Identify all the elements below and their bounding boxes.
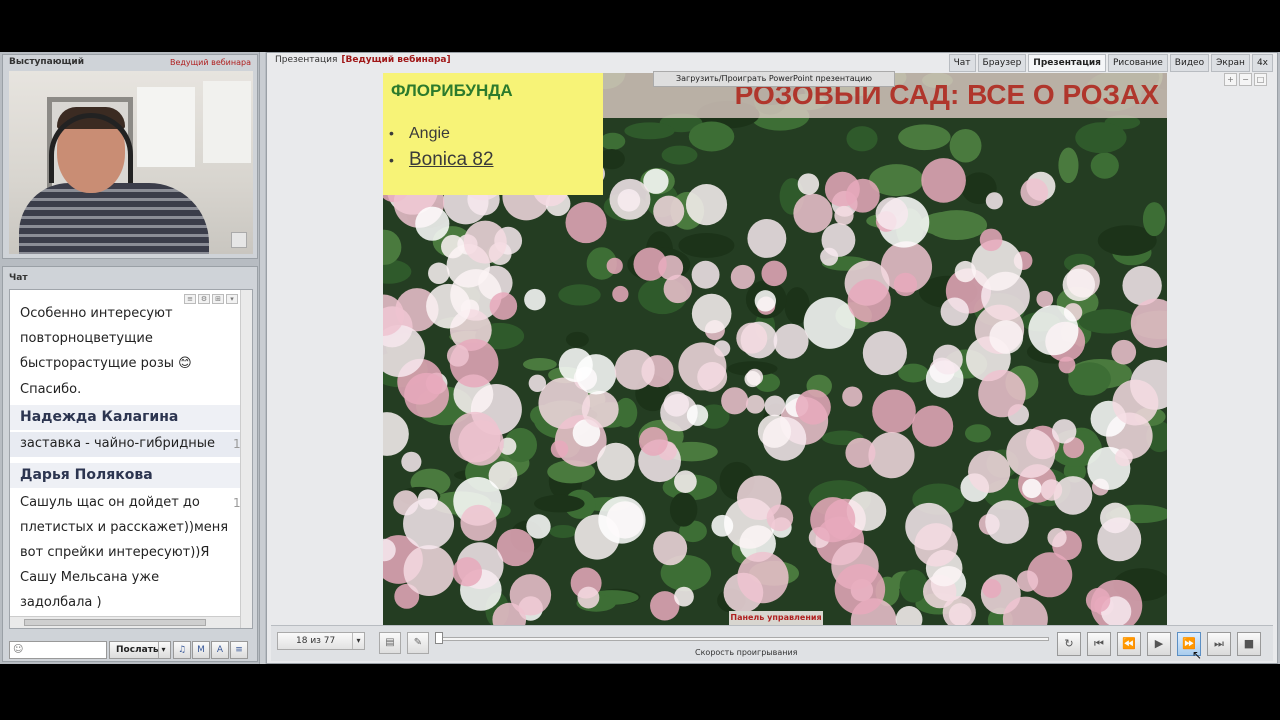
chat-message-line: Особенно интересуют xyxy=(20,306,173,321)
pen-icon[interactable]: ✎ xyxy=(407,632,429,654)
webinar-app: Выступающий Ведущий вебинара Чат ≡ ⚙ ⊞ ▾… xyxy=(0,52,1280,664)
chat-message-line: заставка - чайно-гибридные xyxy=(20,436,215,451)
mouse-cursor-icon: ↖ xyxy=(1192,648,1203,662)
playback-control-bar: 18 из 77 ▾ ▤ ✎ Скорость проигрывания ↻ ⏮… xyxy=(271,625,1273,662)
webcam-background-paper xyxy=(137,87,195,167)
presentation-panel-title: Презентация [Ведущий вебинара] xyxy=(275,55,451,65)
upload-powerpoint-button[interactable]: Загрузить/Проиграть PowerPoint презентац… xyxy=(653,71,895,87)
chat-author-name: Дарья Полякова xyxy=(10,463,240,488)
webcam-presenter-body xyxy=(19,183,209,254)
playback-speed-slider-thumb[interactable] xyxy=(435,632,443,644)
chat-panel-title: Чат xyxy=(9,273,28,283)
chat-panel: Чат ≡ ⚙ ⊞ ▾ Особенно интересуют повторно… xyxy=(2,266,258,662)
presenter-panel: Выступающий Ведущий вебинара xyxy=(2,54,258,259)
presentation-slide: РОЗОВЫЙ САД: ВСЕ О РОЗАХ ФЛОРИБУНДА • Ang… xyxy=(383,73,1167,625)
chat-message-line: задолбала ) xyxy=(20,595,102,610)
fit-icon[interactable]: □ xyxy=(1254,73,1267,86)
chat-message-line: Сашу Мельсана уже xyxy=(20,570,160,585)
chat-tool-button[interactable]: ≡ xyxy=(184,294,196,304)
webcam-settings-button[interactable] xyxy=(231,232,247,248)
panel-splitter[interactable] xyxy=(259,52,265,664)
chat-message-input[interactable] xyxy=(9,641,107,659)
bullet-icon: • xyxy=(389,125,394,141)
chevron-down-icon[interactable]: ▾ xyxy=(352,633,364,649)
refresh-icon[interactable]: ↻ xyxy=(1057,632,1081,656)
font-button[interactable]: A xyxy=(211,641,229,659)
zoom-out-icon[interactable]: − xyxy=(1239,73,1252,86)
webcam-background-paper xyxy=(203,81,251,163)
chevron-down-icon[interactable]: ▾ xyxy=(158,642,168,658)
rose-class-heading: ФЛОРИБУНДА xyxy=(391,81,513,100)
smile-icon[interactable]: ☺ xyxy=(13,644,23,655)
chat-message-line: повторноцветущие xyxy=(20,331,153,346)
zoom-in-icon[interactable]: + xyxy=(1224,73,1237,86)
tab-screen[interactable]: Экран xyxy=(1211,54,1250,72)
message-format-button[interactable]: M xyxy=(192,641,210,659)
chat-horizontal-scrollbar[interactable] xyxy=(10,616,240,628)
presenter-role-label: Ведущий вебинара xyxy=(169,58,251,67)
variety-name: Angie xyxy=(409,125,450,142)
slide-zoom-tools: + − □ xyxy=(1224,73,1267,86)
chat-message-log[interactable]: ≡ ⚙ ⊞ ▾ Особенно интересуют повторноцвет… xyxy=(9,289,253,629)
variety-list-item: • Angie xyxy=(389,125,450,143)
notes-icon[interactable]: ▤ xyxy=(379,632,401,654)
scrollbar-thumb[interactable] xyxy=(24,619,206,626)
tab-browser[interactable]: Браузер xyxy=(977,54,1027,72)
chat-message-line: вот спрейки интересуют))Я xyxy=(20,545,210,560)
chat-message-line: Сашуль щас он дойдет до xyxy=(20,495,200,510)
chat-vertical-scrollbar[interactable] xyxy=(240,290,252,628)
tab-chat[interactable]: Чат xyxy=(948,54,976,72)
last-slide-icon[interactable]: ⏭ xyxy=(1207,632,1231,656)
tab-video[interactable]: Видео xyxy=(1169,54,1210,72)
variety-list-item: • Bonica 82 xyxy=(389,149,494,171)
presentation-panel: Презентация [Ведущий вебинара] Чат Браузе… xyxy=(266,52,1278,664)
stop-icon[interactable]: ■ xyxy=(1237,632,1261,656)
chat-options-button[interactable]: ≡ xyxy=(230,641,248,659)
slide-page-indicator: 18 из 77 xyxy=(296,636,336,646)
chat-tool-button[interactable]: ⊞ xyxy=(212,294,224,304)
presenter-webcam-video xyxy=(9,71,253,254)
tab-4x[interactable]: 4x xyxy=(1251,54,1273,72)
send-message-button[interactable]: Послать ▾ xyxy=(109,641,171,659)
chat-tool-button[interactable]: ⚙ xyxy=(198,294,210,304)
sound-toggle-button[interactable]: ♫ xyxy=(173,641,191,659)
chat-toolbar: ≡ ⚙ ⊞ ▾ xyxy=(184,294,238,304)
presentation-title-label: Презентация xyxy=(275,55,338,65)
chat-author-name: Надежда Калагина xyxy=(10,405,240,430)
chat-tool-button[interactable]: ▾ xyxy=(226,294,238,304)
chat-message-line: быстрорастущие розы 😊 xyxy=(20,356,192,371)
variety-link[interactable]: Bonica 82 xyxy=(409,149,494,170)
slide-page-select[interactable]: 18 из 77 ▾ xyxy=(277,632,365,650)
rewind-icon[interactable]: ⏪ xyxy=(1117,632,1141,656)
tab-drawing[interactable]: Рисование xyxy=(1107,54,1168,72)
control-panel-tooltip: Панель управления xyxy=(729,611,823,625)
send-button-label: Послать xyxy=(116,645,159,655)
chat-message-line: плетистых и расскажет))меня xyxy=(20,520,229,535)
tab-presentation[interactable]: Презентация xyxy=(1028,54,1106,72)
playback-speed-slider[interactable] xyxy=(441,637,1049,641)
presenter-panel-title: Выступающий xyxy=(9,57,85,67)
pod-tabs: Чат Браузер Презентация Рисование Видео … xyxy=(948,54,1273,72)
play-icon[interactable]: ▶ xyxy=(1147,632,1171,656)
rose-variety-box: ФЛОРИБУНДА • Angie • Bonica 82 xyxy=(383,73,603,195)
bullet-icon: • xyxy=(389,152,394,168)
chat-message-line: Спасибо. xyxy=(20,382,82,397)
playback-speed-label: Скорость проигрывания xyxy=(695,648,798,657)
presentation-role-label: [Ведущий вебинара] xyxy=(341,55,451,65)
first-slide-icon[interactable]: ⏮ xyxy=(1087,632,1111,656)
